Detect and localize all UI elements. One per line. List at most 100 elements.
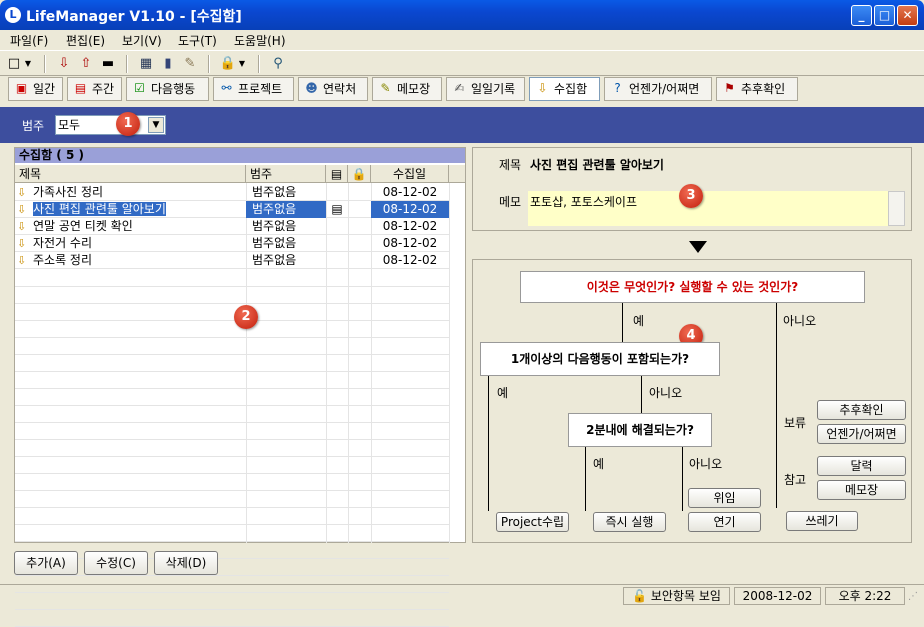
- app-icon[interactable]: L: [5, 7, 21, 23]
- notepad-icon: ✎: [380, 81, 391, 95]
- status-bar: 🔓 보안항목 보임 2008-12-02 오후 2:22 ⋰: [0, 584, 924, 606]
- category-select[interactable]: 모두 ▼: [55, 115, 166, 135]
- row-title: 자전거 수리: [33, 236, 93, 250]
- journal-icon: ✍: [454, 81, 465, 95]
- tab-notepad[interactable]: ✎ 메모장: [372, 77, 442, 101]
- flow-no-label: 아니오: [689, 457, 723, 471]
- table-row[interactable]: ⇩ 가족사진 정리 범주없음 08-12-02: [15, 184, 449, 201]
- export-icon[interactable]: ⇧: [76, 54, 96, 74]
- import-icon[interactable]: ⇩: [54, 54, 74, 74]
- status-time: 오후 2:22: [825, 587, 905, 605]
- person-icon: ☻: [305, 81, 318, 95]
- new-dropdown-icon[interactable]: ▼: [22, 54, 34, 74]
- project-plan-button[interactable]: Project수립: [496, 512, 569, 532]
- inbox-item-icon: ⇩: [17, 203, 27, 216]
- book-icon[interactable]: ▮: [158, 54, 178, 74]
- table-icon[interactable]: ▦: [136, 54, 156, 74]
- detail-memo-label: 메모: [499, 195, 522, 209]
- memo-scrollbar[interactable]: [888, 191, 905, 226]
- flow-no-label: 아니오: [783, 314, 817, 328]
- tab-journal-label: 일일기록: [471, 82, 516, 96]
- row-title: 가족사진 정리: [33, 185, 104, 199]
- menu-tools[interactable]: 도구(T): [178, 32, 217, 49]
- close-button[interactable]: ✕: [897, 5, 918, 26]
- flow-yes-label: 예: [633, 314, 645, 328]
- row-date: 08-12-02: [382, 253, 438, 267]
- category-label: 범주: [22, 119, 45, 133]
- maximize-button[interactable]: □: [874, 5, 895, 26]
- column-title[interactable]: 제목: [15, 165, 246, 183]
- menu-help[interactable]: 도움말(H): [234, 32, 286, 49]
- print-icon[interactable]: ▬: [98, 54, 118, 74]
- menu-edit[interactable]: 편집(E): [66, 32, 105, 49]
- checklist-icon: ☑: [134, 81, 145, 95]
- search-icon[interactable]: ⚲: [268, 54, 288, 74]
- wrench-icon[interactable]: ✎: [180, 54, 200, 74]
- followup-icon: ⚑: [724, 81, 735, 95]
- lock-dropdown-icon[interactable]: ▼: [236, 54, 248, 74]
- table-row[interactable]: ⇩ 자전거 수리 범주없음 08-12-02: [15, 235, 449, 252]
- row-memo: [326, 252, 348, 269]
- tab-next-actions-label: 다음행동: [151, 82, 196, 96]
- tab-inbox[interactable]: ⇩ 수집함: [529, 77, 600, 101]
- tab-someday[interactable]: ? 언젠가/어쩌면: [604, 77, 712, 101]
- title-bar[interactable]: L LifeManager V1.10 - [수집함] _ □ ✕: [0, 0, 924, 30]
- delete-button[interactable]: 삭제(D): [154, 551, 218, 575]
- calendar-button[interactable]: 달력: [817, 456, 906, 476]
- table-row[interactable]: ⇩ 주소록 정리 범주없음 08-12-02: [15, 252, 449, 269]
- detail-title-label: 제목: [499, 158, 522, 172]
- add-button[interactable]: 추가(A): [14, 551, 78, 575]
- memo-button[interactable]: 메모장: [817, 480, 906, 500]
- column-header-row: 제목 범주 ▤ 🔒 수집일: [15, 165, 465, 183]
- callout-badge-3: 3: [679, 184, 703, 208]
- delegate-button[interactable]: 위임: [688, 488, 761, 508]
- calendar-week-icon: ▤: [74, 81, 87, 95]
- tab-inbox-label: 수집함: [554, 82, 588, 96]
- calendar-day-icon: ▣: [15, 81, 28, 95]
- row-category: 범주없음: [246, 201, 326, 218]
- tab-followup[interactable]: ⚑ 추후확인: [716, 77, 798, 101]
- menu-view[interactable]: 보기(V): [122, 32, 162, 49]
- memo-column-icon: ▤: [330, 167, 343, 181]
- inbox-icon: ⇩: [537, 81, 548, 95]
- category-bar: 범주 모두 ▼ 1: [0, 107, 924, 143]
- memo-field[interactable]: 포토샵, 포토스케이프: [528, 191, 888, 226]
- do-now-button[interactable]: 즉시 실행: [593, 512, 666, 532]
- tab-contacts[interactable]: ☻ 연락처: [298, 77, 368, 101]
- row-title: 주소록 정리: [33, 253, 93, 267]
- row-title: 연말 공연 티켓 확인: [33, 219, 133, 233]
- tab-weekly[interactable]: ▤ 주간: [67, 77, 122, 101]
- tab-next-actions[interactable]: ☑ 다음행동: [126, 77, 209, 101]
- lock-icon[interactable]: 🔒: [218, 54, 238, 74]
- detail-title-value[interactable]: 사진 편집 관련툴 알아보기: [530, 156, 664, 173]
- flow-yes-label: 예: [497, 386, 509, 400]
- tab-daily[interactable]: ▣ 일간: [8, 77, 63, 101]
- tab-journal[interactable]: ✍ 일일기록: [446, 77, 525, 101]
- tab-contacts-label: 연락처: [323, 82, 357, 96]
- table-row[interactable]: ⇩ 연말 공연 티켓 확인 범주없음 08-12-02: [15, 218, 449, 235]
- inbox-list-pane: 수집함 ( 5 ) 제목 범주 ▤ 🔒 수집일 ⇩ 가족사진 정리 범주없음 08…: [14, 147, 466, 627]
- table-row-selected[interactable]: ⇩ 사진 편집 관련툴 알아보기 범주없음 ▤ 08-12-02: [15, 201, 449, 218]
- menu-bar: 파일(F) 편집(E) 보기(V) 도구(T) 도움말(H): [0, 30, 924, 50]
- resize-grip-icon[interactable]: ⋰: [908, 591, 920, 603]
- new-document-icon[interactable]: □: [4, 54, 24, 74]
- inbox-item-icon: ⇩: [17, 220, 27, 233]
- column-memo[interactable]: ▤: [326, 165, 348, 183]
- defer-button[interactable]: 연기: [688, 512, 761, 532]
- followup-button[interactable]: 추후확인: [817, 400, 906, 420]
- column-lock[interactable]: 🔒: [348, 165, 371, 183]
- column-category[interactable]: 범주: [246, 165, 326, 183]
- column-date[interactable]: 수집일: [371, 165, 449, 183]
- tab-projects[interactable]: ⚯ 프로젝트: [213, 77, 294, 101]
- menu-file[interactable]: 파일(F): [10, 32, 48, 49]
- minimize-button[interactable]: _: [851, 5, 872, 26]
- chevron-down-icon[interactable]: ▼: [148, 117, 164, 133]
- inbox-item-icon: ⇩: [17, 254, 27, 267]
- trash-button[interactable]: 쓰레기: [786, 511, 858, 531]
- tab-someday-label: 언젠가/어쩌면: [629, 82, 700, 96]
- security-status[interactable]: 🔓 보안항목 보임: [623, 587, 730, 605]
- edit-button[interactable]: 수정(C): [84, 551, 148, 575]
- someday-button[interactable]: 언젠가/어쩌면: [817, 424, 906, 444]
- inbox-header: 수집함 ( 5 ): [15, 148, 465, 163]
- window-title: LifeManager V1.10 - [수집함]: [26, 9, 242, 25]
